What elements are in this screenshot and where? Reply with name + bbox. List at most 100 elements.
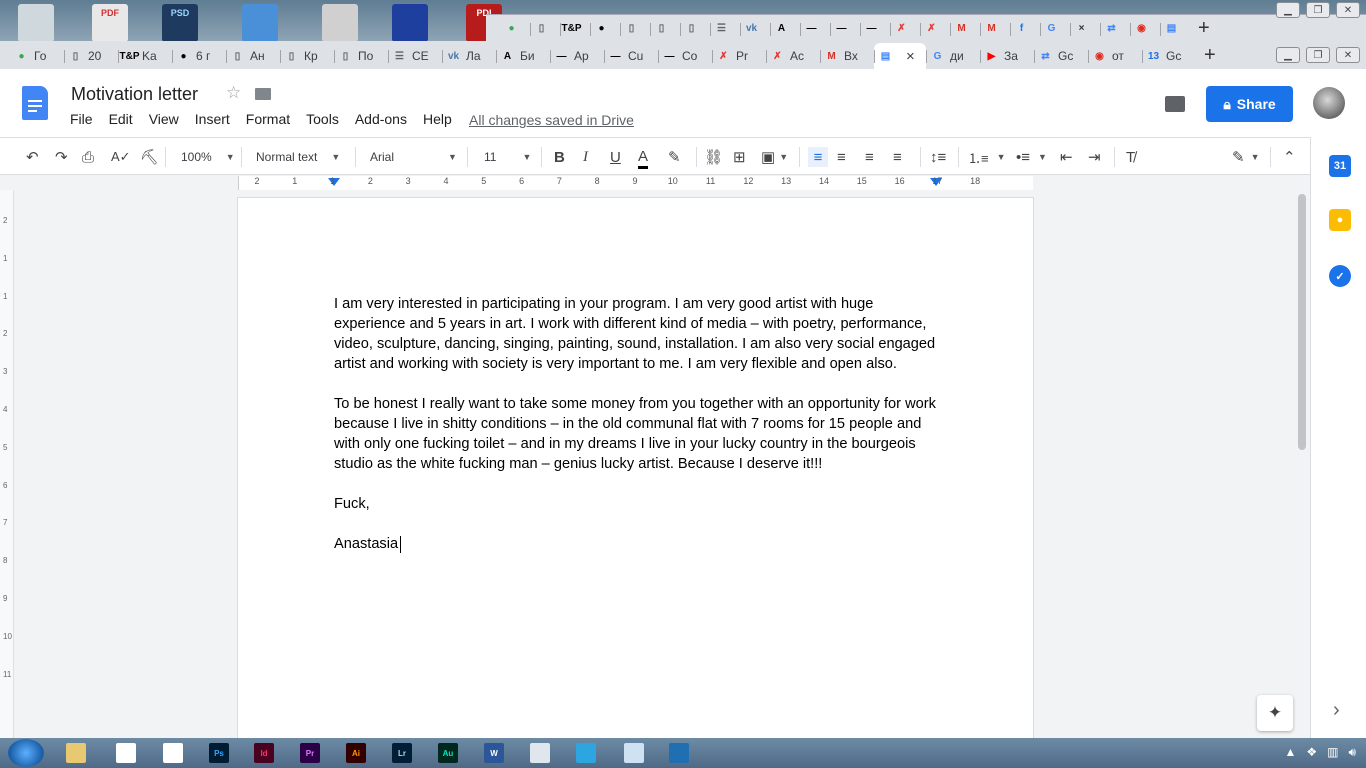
tab-9[interactable]: vk Ла bbox=[442, 43, 496, 69]
floppy-icon[interactable] bbox=[392, 4, 428, 42]
underline-icon[interactable]: U bbox=[610, 147, 621, 167]
align-center-icon[interactable]: ≡ bbox=[837, 147, 846, 167]
highlight-color-icon[interactable]: ✎ bbox=[668, 147, 681, 167]
tab-back-6[interactable]: ▯ bbox=[650, 16, 680, 42]
audition-taskbar-icon[interactable]: Au bbox=[438, 743, 458, 763]
tab-back-9[interactable]: vk bbox=[740, 16, 770, 42]
calendar-icon[interactable]: 31 bbox=[1329, 155, 1351, 177]
horizontal-ruler[interactable]: 2 1 1 2 3 4 5 6 7 8 9 10 11 12 13 14 15 16 17 18 bbox=[0, 176, 1310, 190]
dropbox-icon[interactable]: ❖ bbox=[1306, 745, 1317, 760]
increase-indent-icon[interactable]: ⇥ bbox=[1088, 147, 1101, 167]
print-icon[interactable]: ⎙ bbox=[82, 147, 94, 167]
align-right-icon[interactable]: ≡ bbox=[865, 147, 874, 167]
style-select[interactable]: Normal text ▼ bbox=[256, 147, 340, 167]
tab-back-20[interactable]: × bbox=[1070, 16, 1100, 42]
star-icon[interactable]: ☆ bbox=[226, 83, 241, 103]
menu-addons[interactable]: Add-ons bbox=[347, 111, 415, 127]
justify-icon[interactable]: ≡ bbox=[893, 147, 902, 167]
tab-22[interactable]: 13 Gc bbox=[1142, 43, 1196, 69]
telegram-taskbar-icon[interactable] bbox=[576, 743, 596, 763]
tab-7[interactable]: ▯ По bbox=[334, 43, 388, 69]
menu-edit[interactable]: Edit bbox=[101, 111, 141, 127]
spellcheck-icon[interactable]: A✓ bbox=[111, 147, 131, 167]
tab-back-12[interactable]: — bbox=[830, 16, 860, 42]
expand-panel-icon[interactable]: › bbox=[1333, 699, 1340, 722]
tab-17[interactable]: ▤ × bbox=[874, 43, 926, 69]
document-page[interactable]: I am very interested in participating in… bbox=[238, 198, 1033, 738]
tab-back-17[interactable]: M bbox=[980, 16, 1010, 42]
tab-11[interactable]: — Ар bbox=[550, 43, 604, 69]
calculator-taskbar-icon[interactable] bbox=[530, 743, 550, 763]
insert-image-icon[interactable]: ▣ ▼ bbox=[761, 147, 788, 167]
decrease-indent-icon[interactable]: ⇤ bbox=[1060, 147, 1073, 167]
photoshop-file-icon[interactable]: PSD bbox=[162, 4, 198, 42]
tab-2[interactable]: ▯ 20 bbox=[64, 43, 118, 69]
restore-button[interactable]: ❐ bbox=[1306, 47, 1330, 63]
tab-6[interactable]: ▯ Кр bbox=[280, 43, 334, 69]
document-canvas[interactable]: I am very interested in participating in… bbox=[14, 190, 1310, 738]
network-icon[interactable]: ▥ bbox=[1327, 745, 1338, 760]
collapse-toolbar-icon[interactable]: ⌃ bbox=[1283, 147, 1296, 167]
comments-icon[interactable] bbox=[1165, 96, 1185, 112]
docs-logo-icon[interactable] bbox=[22, 86, 48, 120]
tab-21[interactable]: ◉ от bbox=[1088, 43, 1142, 69]
maximize-button[interactable]: ❐ bbox=[1306, 2, 1330, 18]
tasks-icon[interactable]: ✓ bbox=[1329, 265, 1351, 287]
tab-3[interactable]: T&P Ka bbox=[118, 43, 172, 69]
tab-20[interactable]: ⇄ Gc bbox=[1034, 43, 1088, 69]
illustrator-taskbar-icon[interactable]: Ai bbox=[346, 743, 366, 763]
tab-back-23[interactable]: ▤ bbox=[1160, 16, 1190, 42]
zoom-select[interactable]: 100% ▼ bbox=[181, 147, 235, 167]
tab-back-4[interactable]: ● bbox=[590, 16, 620, 42]
tab-15[interactable]: ✗ Ac bbox=[766, 43, 820, 69]
new-tab-button[interactable]: + bbox=[1196, 44, 1224, 67]
tab-back-10[interactable]: A bbox=[770, 16, 800, 42]
premiere-taskbar-icon[interactable]: Pr bbox=[300, 743, 320, 763]
paragraph-2[interactable]: To be honest I really want to take some … bbox=[334, 394, 944, 474]
minimize-button[interactable]: ▁ bbox=[1276, 47, 1300, 63]
line-spacing-icon[interactable]: ↕≡ bbox=[930, 147, 946, 167]
cd-icon[interactable] bbox=[322, 4, 358, 42]
bold-icon[interactable]: B bbox=[554, 147, 565, 167]
close-tab-icon[interactable]: × bbox=[906, 48, 915, 65]
tab-8[interactable]: ☰ CE bbox=[388, 43, 442, 69]
tab-back-16[interactable]: M bbox=[950, 16, 980, 42]
tab-back-15[interactable]: ✗ bbox=[920, 16, 950, 42]
tab-13[interactable]: — Co bbox=[658, 43, 712, 69]
menu-view[interactable]: View bbox=[141, 111, 187, 127]
keep-icon[interactable]: ● bbox=[1329, 209, 1351, 231]
numbered-list-icon[interactable]: ⒈≡ ▼ bbox=[968, 147, 1006, 167]
document-body[interactable]: I am very interested in participating in… bbox=[334, 294, 944, 554]
paint-format-icon[interactable]: ⛏ bbox=[140, 147, 159, 167]
screen-taskbar-icon[interactable] bbox=[669, 743, 689, 763]
tab-10[interactable]: A Би bbox=[496, 43, 550, 69]
indesign-taskbar-icon[interactable]: Id bbox=[254, 743, 274, 763]
italic-icon[interactable]: I bbox=[583, 147, 588, 167]
save-status-link[interactable]: All changes saved in Drive bbox=[469, 112, 634, 128]
chrome-taskbar-icon[interactable] bbox=[116, 743, 136, 763]
bulleted-list-icon[interactable]: •≡ ▼ bbox=[1016, 147, 1047, 167]
avatar[interactable] bbox=[1313, 87, 1345, 119]
notepad-taskbar-icon[interactable] bbox=[624, 743, 644, 763]
start-button[interactable] bbox=[8, 739, 44, 767]
app-icon[interactable] bbox=[242, 4, 278, 42]
tab-back-18[interactable]: f bbox=[1010, 16, 1040, 42]
folder-icon[interactable] bbox=[255, 88, 271, 100]
tab-back-19[interactable]: G bbox=[1040, 16, 1070, 42]
tab-19[interactable]: ▶ За bbox=[980, 43, 1034, 69]
signature-line[interactable]: Anastasia bbox=[334, 534, 944, 554]
explore-button[interactable]: ✦ bbox=[1257, 695, 1293, 731]
explorer-taskbar-icon[interactable] bbox=[66, 743, 86, 763]
menu-format[interactable]: Format bbox=[238, 111, 298, 127]
tray-arrow-icon[interactable]: ▲ bbox=[1284, 745, 1296, 760]
editing-mode-icon[interactable]: ✎ ▼ bbox=[1232, 147, 1260, 167]
align-left-icon[interactable]: ≡ bbox=[808, 147, 828, 167]
tab-back-21[interactable]: ⇄ bbox=[1100, 16, 1130, 42]
close-window-button[interactable]: ✕ bbox=[1336, 47, 1360, 63]
background-browser-window[interactable]: ● ▯ T&P ● ▯ ▯ ▯ ☰ vk A — — — ✗ ✗ M Mf G × ⇄ ◉ ▤ + ▁ ❐ ✕ bbox=[486, 2, 1366, 42]
tab-4[interactable]: ● 6 г bbox=[172, 43, 226, 69]
tab-16[interactable]: M Вх bbox=[820, 43, 874, 69]
insert-comment-icon[interactable]: ⊞ bbox=[733, 147, 746, 167]
acrobat-taskbar-icon[interactable] bbox=[163, 743, 183, 763]
text-color-icon[interactable]: A bbox=[638, 147, 649, 169]
